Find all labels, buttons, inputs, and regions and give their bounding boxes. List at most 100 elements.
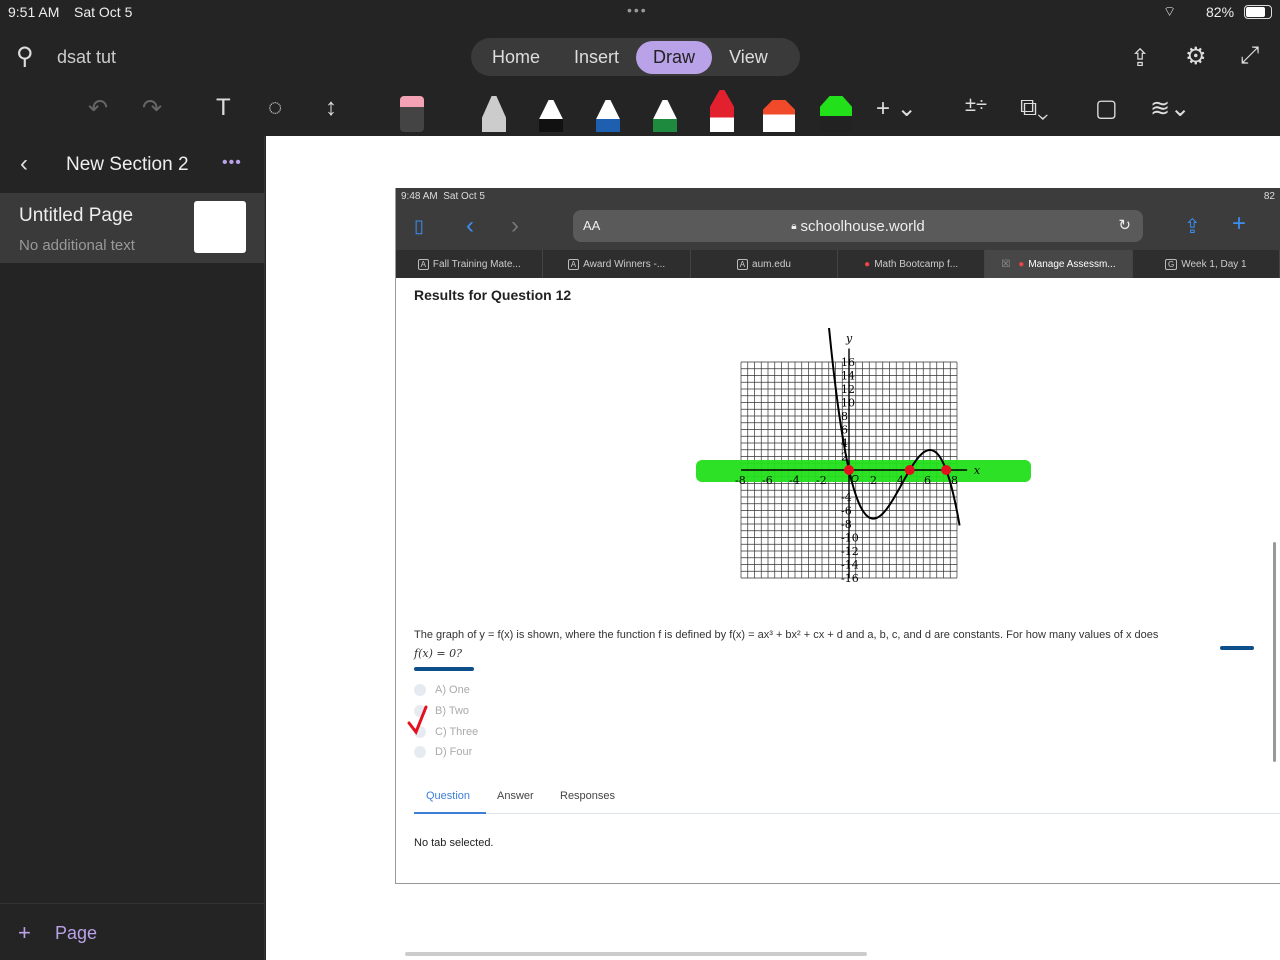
tab-draw[interactable]: Draw bbox=[636, 40, 713, 74]
option-label: B) Two bbox=[435, 705, 470, 717]
notebook-title: dsat tut bbox=[57, 47, 117, 67]
lock-icon: 🔒︎ bbox=[791, 220, 797, 232]
tab-view[interactable]: View bbox=[712, 41, 785, 74]
browser-tab-active: ☒ ● Manage Assessm... bbox=[985, 250, 1133, 278]
highlighter-green-icon[interactable] bbox=[820, 96, 852, 132]
tab-label: Math Bootcamp f... bbox=[874, 258, 959, 270]
browser-toolbar: ▯ ‹ › AA 🔒︎ schoolhouse.world ↻ ⇪ + bbox=[396, 206, 1280, 250]
pen-green-icon[interactable] bbox=[653, 100, 677, 132]
x-tick-label: 8 bbox=[951, 474, 958, 487]
sticky-note-icon[interactable]: ▢ bbox=[1095, 94, 1118, 123]
lasso-icon[interactable]: ◌ bbox=[268, 94, 282, 122]
browser-tab: ● Math Bootcamp f... bbox=[838, 250, 986, 278]
browser-tab: A Award Winners -... bbox=[543, 250, 691, 278]
x-tick-label: -6 bbox=[762, 474, 773, 487]
pen-red-icon[interactable] bbox=[710, 90, 734, 132]
share-icon[interactable]: ⇪ bbox=[1130, 44, 1150, 73]
green-highlight-ink bbox=[696, 460, 1031, 482]
wifi-icon: ⌔ bbox=[1163, 3, 1177, 19]
empty-tab-text: No tab selected. bbox=[414, 837, 494, 849]
new-tab-icon: + bbox=[1232, 210, 1247, 237]
gear-icon[interactable]: ⚙ bbox=[1185, 42, 1207, 71]
browser-tab: G Week 1, Day 1 bbox=[1133, 250, 1280, 278]
function-graph: xy161412108642-4-6-8-10-12-14-16-8 -6 -4 -2… bbox=[696, 328, 1031, 585]
pen-black-icon[interactable] bbox=[539, 100, 563, 132]
tab-answer: Answer bbox=[497, 790, 534, 802]
root-marker-ink bbox=[941, 465, 952, 475]
apple-favicon: ● bbox=[864, 258, 871, 270]
red-checkmark-ink bbox=[407, 705, 428, 735]
pasted-screenshot: 9:48 AM Sat Oct 5 82 ▯ ‹ › AA 🔒︎ schoolhou… bbox=[395, 188, 1280, 884]
page-list-item[interactable]: Untitled Page No additional text bbox=[0, 193, 265, 263]
y-tick-label: 16 bbox=[841, 356, 855, 369]
page-title: Untitled Page bbox=[19, 205, 134, 226]
forward-icon: › bbox=[511, 212, 519, 239]
question-text: The graph of y = f(x) is shown, where th… bbox=[414, 629, 1159, 641]
section-more-icon[interactable]: ••• bbox=[222, 154, 242, 172]
ink-to-shape-icon[interactable]: ≋⌄ bbox=[1150, 94, 1190, 123]
tab-home[interactable]: Home bbox=[475, 41, 557, 74]
plus-icon: + bbox=[18, 920, 31, 945]
status-time: 9:51 AM bbox=[8, 4, 60, 20]
tab-label: Week 1, Day 1 bbox=[1181, 258, 1247, 270]
address-bar: AA 🔒︎ schoolhouse.world ↻ bbox=[573, 210, 1143, 242]
undo-icon[interactable]: ↶ bbox=[88, 94, 108, 123]
search-icon[interactable]: ⚲ bbox=[16, 42, 34, 71]
y-tick-label: -8 bbox=[841, 518, 852, 531]
page-subtitle: No additional text bbox=[19, 237, 135, 254]
y-tick-label: -10 bbox=[841, 532, 859, 545]
inner-date: Sat Oct 5 bbox=[443, 191, 485, 202]
y-tick-label: -16 bbox=[841, 572, 859, 585]
blue-ink-underline bbox=[414, 667, 474, 671]
y-tick-label: -4 bbox=[841, 491, 852, 504]
inner-time: 9:48 AM bbox=[401, 191, 438, 202]
sidebar-toggle-icon: ▯ bbox=[414, 216, 424, 236]
question-text-2: f(x) = 0? bbox=[414, 647, 462, 660]
eraser-icon[interactable] bbox=[400, 96, 424, 132]
y-axis-label: y bbox=[845, 332, 853, 345]
text-tool-icon[interactable]: T bbox=[216, 94, 231, 122]
pen-gray-icon[interactable] bbox=[482, 96, 506, 132]
y-tick-label: 14 bbox=[841, 370, 855, 383]
space-tool-icon[interactable]: ↕ bbox=[325, 94, 337, 122]
reload-icon: ↻ bbox=[1118, 217, 1131, 234]
section-title: New Section 2 bbox=[66, 154, 189, 175]
tab-question: Question bbox=[426, 790, 471, 802]
blue-ink-mark bbox=[1220, 646, 1254, 650]
tab-insert[interactable]: Insert bbox=[557, 41, 636, 74]
expand-icon[interactable]: ⤢ bbox=[1240, 42, 1259, 70]
multitask-dots-icon[interactable]: ••• bbox=[627, 2, 648, 18]
tab-label: Manage Assessm... bbox=[1028, 258, 1116, 270]
favicon: A bbox=[417, 258, 429, 270]
y-tick-label: -12 bbox=[841, 545, 859, 558]
y-tick-label: -6 bbox=[841, 505, 852, 518]
home-indicator[interactable] bbox=[405, 952, 867, 956]
ribbon-tabs: Home Insert Draw View bbox=[471, 38, 800, 76]
add-page-button[interactable]: + Page bbox=[0, 903, 265, 960]
x-tick-label: -4 bbox=[789, 474, 800, 487]
close-tab-icon: ☒ bbox=[1001, 258, 1011, 270]
tab-label: Award Winners -... bbox=[583, 258, 666, 270]
url-text: schoolhouse.world bbox=[800, 217, 925, 235]
browser-tab: Aaum.edu bbox=[691, 250, 838, 278]
shapes-icon[interactable]: ⧉⌄ bbox=[1020, 94, 1048, 122]
x-tick-label: 6 bbox=[924, 474, 931, 487]
back-icon: ‹ bbox=[466, 212, 474, 239]
option-label: D) Four bbox=[435, 746, 473, 758]
scrollbar bbox=[1273, 542, 1276, 762]
option-a: A) One bbox=[414, 684, 470, 696]
highlighter-red-icon[interactable] bbox=[763, 100, 795, 132]
option-label: A) One bbox=[435, 684, 470, 696]
browser-tabs: A Fall Training Mate... A Award Winners -.… bbox=[396, 250, 1280, 278]
math-icon[interactable]: ±÷ bbox=[965, 94, 987, 117]
tab-label: Fall Training Mate... bbox=[432, 258, 521, 270]
y-tick-label: 10 bbox=[841, 397, 855, 410]
root-marker-ink bbox=[904, 465, 915, 475]
pen-blue-icon[interactable] bbox=[596, 100, 620, 132]
favicon: G bbox=[1164, 258, 1178, 270]
y-tick-label: -14 bbox=[841, 559, 859, 572]
redo-icon[interactable]: ↷ bbox=[142, 94, 162, 123]
add-pen-icon[interactable]: + ⌄ bbox=[876, 94, 917, 123]
back-chevron-icon[interactable]: ‹ bbox=[20, 150, 28, 178]
option-d: D) Four bbox=[414, 746, 472, 758]
